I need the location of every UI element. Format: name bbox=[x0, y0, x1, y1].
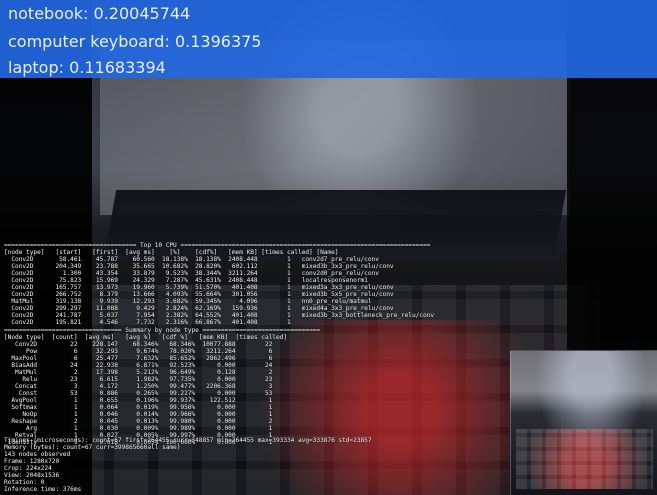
summary-separator: ================================ Summary… bbox=[4, 327, 321, 334]
footer-line: Rotation: 0 bbox=[4, 479, 45, 486]
summary-row: BiasAdd 24 22.938 6.871% 92.523% 0.000 2… bbox=[4, 362, 273, 369]
summary-row: Softmax 1 0.064 0.019% 99.956% 0.000 1 bbox=[4, 404, 273, 411]
result-score: 0.11683394 bbox=[69, 58, 166, 77]
results-banner: notebook: 0.20045744 computer keyboard: … bbox=[0, 0, 657, 78]
top10-separator: ==================================== Top… bbox=[4, 242, 431, 249]
summary-row: Reshape 2 0.045 0.013% 99.980% 0.000 2 bbox=[4, 418, 273, 425]
top10-row: Conv2D 1.300 43.354 33.879 9.523% 38.344… bbox=[4, 270, 379, 277]
top10-row: Conv2D 299.297 11.088 9.429 2.824% 62.16… bbox=[4, 305, 394, 312]
camera-stage: notebook: 0.20045744 computer keyboard: … bbox=[0, 0, 657, 495]
summary-title: Summary by node type bbox=[125, 327, 199, 334]
top10-row: Conv2D 165.757 13.973 19.960 5.739% 51.5… bbox=[4, 284, 394, 291]
summary-row: Pow 6 32.293 9.674% 78.020% 3211.264 6 bbox=[4, 348, 273, 355]
top10-row: Conv2D 204.349 23.788 35.665 10.682% 28.… bbox=[4, 263, 394, 270]
summary-table: [Node type] [count] [avg ms] [avg %] [cd… bbox=[4, 334, 287, 446]
top10-row: Conv2D 58.461 45.787 60.560 18.138% 18.1… bbox=[4, 256, 379, 263]
result-item: notebook: 0.20045744 bbox=[8, 4, 191, 23]
summary-row: NoOp 1 0.046 0.014% 99.966% 0.000 1 bbox=[4, 411, 273, 418]
footer-line: Inference time: 376ms bbox=[4, 486, 82, 493]
footer-line: View: 2048x1536 bbox=[4, 472, 60, 479]
footer-line: Timings (microseconds): count=67 first=2… bbox=[4, 437, 372, 444]
top10-row: Conv2D 266.752 8.379 13.666 4.093% 55.66… bbox=[4, 291, 394, 298]
result-item: laptop: 0.11683394 bbox=[8, 58, 166, 77]
top10-row: Conv2D 195.821 4.546 7.732 2.316% 66.867… bbox=[4, 319, 302, 326]
summary-row: Const 53 0.886 0.265% 99.227% 0.000 53 bbox=[4, 390, 273, 397]
result-score: 0.20045744 bbox=[93, 4, 191, 23]
result-item: computer keyboard: 0.1396375 bbox=[8, 32, 262, 51]
top10-header: [node type] [start] [first] [avg ms] [%]… bbox=[4, 249, 339, 256]
footer-line: Frame: 1280x720 bbox=[4, 458, 60, 465]
top10-title: Top 10 CPU bbox=[139, 242, 177, 249]
result-score: 0.1396375 bbox=[174, 32, 262, 51]
summary-row: Arg 1 0.030 0.009% 99.989% 0.000 1 bbox=[4, 425, 273, 432]
top10-cpu-table: [node type] [start] [first] [avg ms] [%]… bbox=[4, 249, 434, 326]
summary-row: Concat 3 4.172 1.250% 99.477% 2206.368 3 bbox=[4, 383, 273, 390]
summary-row: Relu 23 6.615 1.982% 97.735% 0.000 23 bbox=[4, 376, 273, 383]
top10-row: Conv2D 241.787 5.037 7.954 2.382% 64.552… bbox=[4, 312, 434, 319]
summary-header: [Node type] [count] [avg ms] [avg %] [cd… bbox=[4, 334, 287, 341]
preview-thumbnail bbox=[510, 350, 657, 495]
footer-line: Memory (bytes): count=67 curr=399865660a… bbox=[4, 444, 181, 451]
summary-row: MaxPool 6 25.477 7.632% 85.652% 2862.496… bbox=[4, 355, 273, 362]
top10-row: MatMul 319.138 9.939 12.293 3.682% 59.34… bbox=[4, 298, 372, 305]
summary-row: Conv2D 22 228.147 68.346% 68.346% 10077.… bbox=[4, 341, 273, 348]
top10-row: Conv2D 75.823 15.969 24.329 7.287% 45.63… bbox=[4, 277, 368, 284]
thumbnail-keyboard bbox=[516, 429, 653, 489]
result-label: laptop bbox=[8, 58, 59, 77]
footer-line: 143 nodes observed bbox=[4, 451, 71, 458]
stats-footer: Timings (microseconds): count=67 first=2… bbox=[4, 437, 372, 493]
footer-line: Crop: 224x224 bbox=[4, 465, 52, 472]
summary-row: AvgPool 1 0.655 0.196% 99.937% 122.512 1 bbox=[4, 397, 273, 404]
summary-row: MatMul 2 17.398 5.212% 96.649% 0.128 2 bbox=[4, 369, 273, 376]
result-label: computer keyboard bbox=[8, 32, 165, 51]
result-label: notebook bbox=[8, 4, 84, 23]
